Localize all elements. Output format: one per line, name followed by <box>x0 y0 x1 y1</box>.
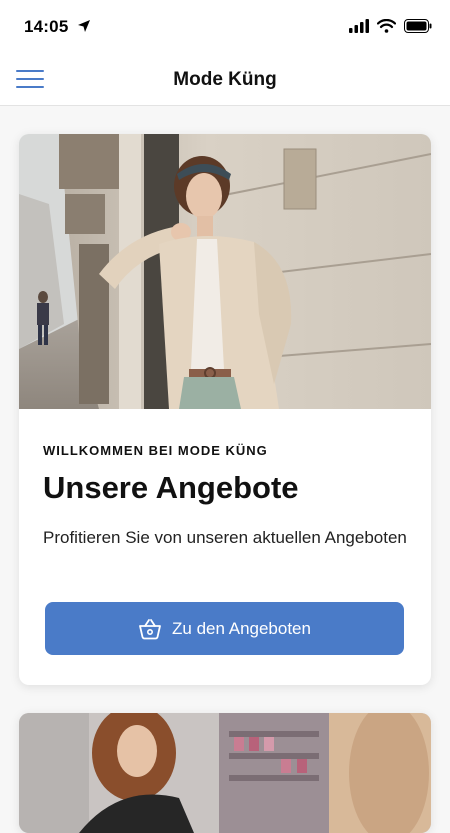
navigation-bar: Mode Küng <box>0 54 450 106</box>
second-card-photo <box>19 713 431 833</box>
wifi-icon <box>377 19 396 33</box>
offers-card: WILLKOMMEN BEI MODE KÜNG Unsere Angebote… <box>19 134 431 685</box>
card-eyebrow: WILLKOMMEN BEI MODE KÜNG <box>43 443 268 458</box>
basket-icon <box>139 618 161 639</box>
card-body: WILLKOMMEN BEI MODE KÜNG Unsere Angebote… <box>19 409 431 551</box>
second-card <box>19 713 431 833</box>
status-bar: 14:05 <box>0 0 450 54</box>
card-headline: Unsere Angebote <box>43 470 299 505</box>
hero-photo <box>19 134 431 409</box>
offers-button-label: Zu den Angeboten <box>172 618 311 638</box>
page-title: Mode Küng <box>173 69 277 90</box>
cellular-signal-icon <box>349 19 369 33</box>
location-arrow-icon <box>78 20 90 32</box>
offers-button[interactable]: Zu den Angeboten <box>45 602 404 655</box>
hero-image <box>19 134 431 409</box>
status-indicators <box>349 19 432 33</box>
battery-icon <box>404 19 432 33</box>
status-time: 14:05 <box>24 17 69 36</box>
content-area[interactable]: WILLKOMMEN BEI MODE KÜNG Unsere Angebote… <box>0 107 450 833</box>
card-description: Profitieren Sie von unseren aktuellen An… <box>43 528 407 547</box>
